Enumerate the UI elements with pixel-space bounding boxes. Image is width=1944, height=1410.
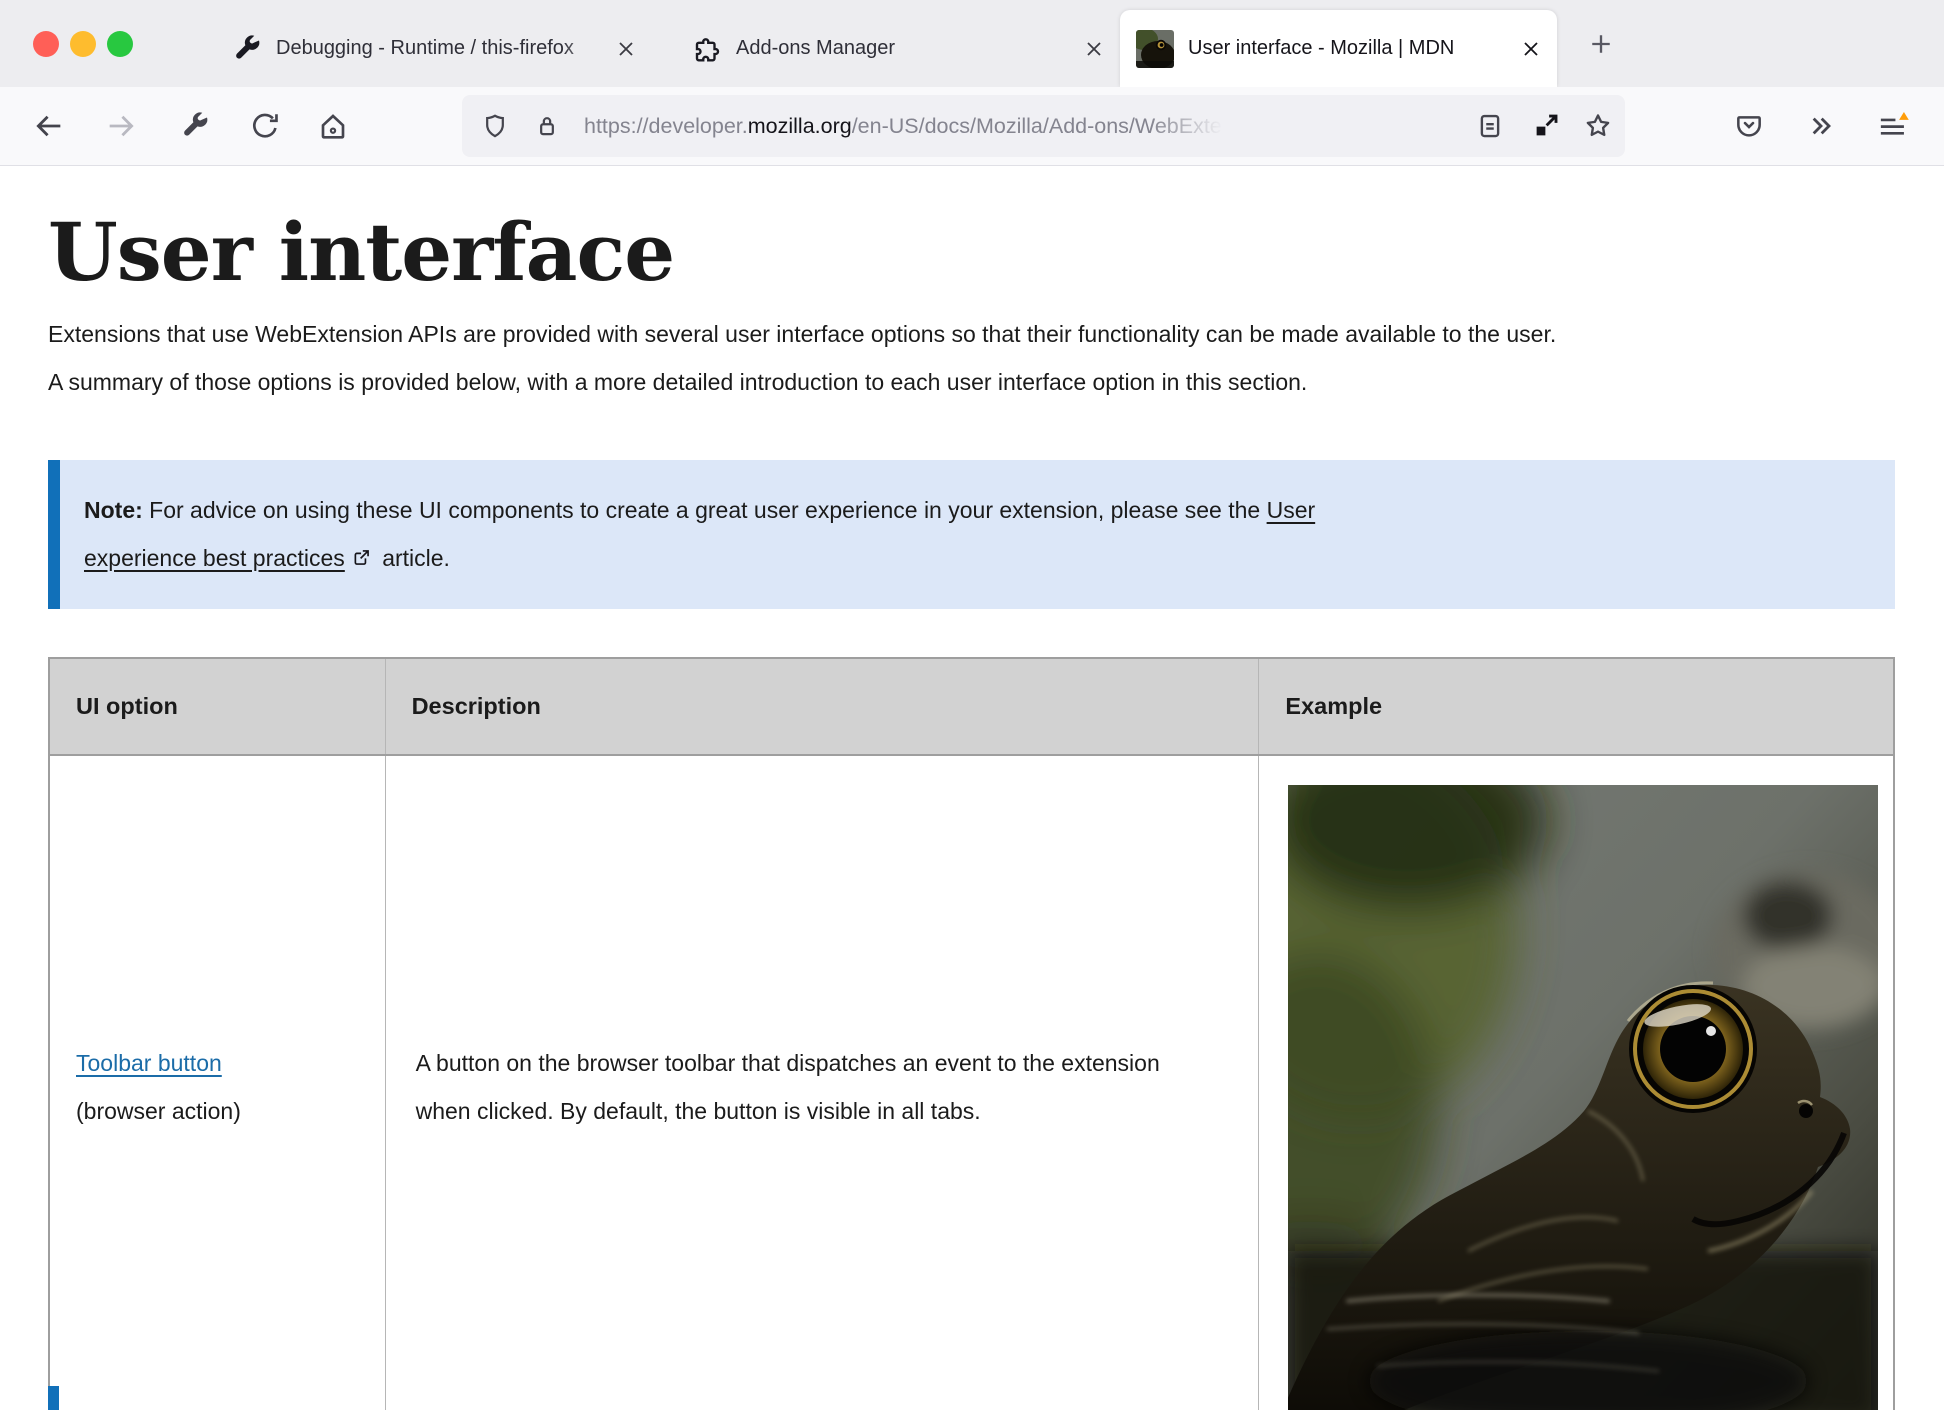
url-path: /en-US/docs/Mozilla/Add-ons/WebExten [852, 114, 1234, 139]
url-text[interactable]: https://developer. mozilla.org /en-US/do… [584, 114, 1473, 139]
intro-paragraph: Extensions that use WebExtension APIs ar… [48, 310, 1568, 406]
wrench-icon[interactable] [178, 109, 212, 143]
description-cell: A button on the browser toolbar that dis… [385, 755, 1259, 1410]
note-box: Note: For advice on using these UI compo… [48, 460, 1895, 609]
home-icon[interactable] [316, 109, 350, 143]
navigation-toolbar: https://developer. mozilla.org /en-US/do… [0, 87, 1944, 166]
window-close-button[interactable] [33, 31, 59, 57]
shield-icon[interactable] [478, 109, 512, 143]
table-row: Toolbar button (browser action) A button… [49, 755, 1894, 1410]
ui-option-cell: Toolbar button (browser action) [49, 755, 385, 1410]
close-icon[interactable] [1082, 37, 1106, 61]
url-prefix: https://developer. [584, 114, 748, 139]
clipped-blue-bar [48, 1386, 59, 1410]
column-header-ui-option: UI option [49, 658, 385, 755]
example-cell [1259, 755, 1894, 1410]
tab-bar: Debugging - Runtime / this-firefox Add-o… [0, 0, 1944, 87]
tab-title: Add-ons Manager [736, 37, 1036, 60]
forward-icon[interactable] [104, 109, 138, 143]
page-title: User interface [48, 206, 1895, 298]
tab-addons-manager[interactable]: Add-ons Manager [652, 10, 1120, 87]
puzzle-icon [692, 34, 722, 64]
tab-title: Debugging - Runtime / this-firefox [276, 37, 612, 60]
menu-icon[interactable] [1876, 109, 1910, 143]
close-icon[interactable] [1519, 37, 1543, 61]
toolbar-button-link[interactable]: Toolbar button [76, 1050, 222, 1076]
table-header-row: UI option Description Example [49, 658, 1894, 755]
page-content: User interface Extensions that use WebEx… [0, 166, 1944, 1410]
window-minimize-button[interactable] [70, 31, 96, 57]
note-label: Note: [84, 497, 143, 523]
note-text: Note: For advice on using these UI compo… [84, 486, 1384, 582]
url-domain: mozilla.org [748, 114, 852, 139]
window-zoom-button[interactable] [107, 31, 133, 57]
new-tab-button[interactable] [1586, 29, 1616, 59]
ui-options-table: UI option Description Example Toolbar bu… [48, 657, 1895, 1410]
frog-eye [1629, 985, 1757, 1113]
tab-title: User interface - Mozilla | MDN [1188, 37, 1488, 60]
wrench-icon [232, 34, 262, 64]
frog-favicon [1136, 30, 1174, 68]
close-icon[interactable] [614, 37, 638, 61]
update-badge [1899, 112, 1909, 120]
screenshots-icon[interactable] [1529, 109, 1563, 143]
reader-view-icon[interactable] [1473, 109, 1507, 143]
note-after-link: article. [376, 545, 450, 571]
note-before-link: For advice on using these UI components … [143, 497, 1267, 523]
pocket-icon[interactable] [1732, 109, 1766, 143]
column-header-description: Description [385, 658, 1259, 755]
lock-icon[interactable] [530, 109, 564, 143]
reload-icon[interactable] [248, 109, 282, 143]
overflow-chevron-icon[interactable] [1804, 109, 1838, 143]
column-header-example: Example [1259, 658, 1894, 755]
frog-example-image [1288, 785, 1878, 1410]
url-bar[interactable]: https://developer. mozilla.org /en-US/do… [462, 95, 1625, 157]
description-text: A button on the browser toolbar that dis… [416, 1039, 1216, 1135]
tab-user-interface[interactable]: User interface - Mozilla | MDN [1120, 10, 1557, 87]
external-link-icon [351, 547, 372, 568]
back-icon[interactable] [32, 109, 66, 143]
star-icon[interactable] [1581, 109, 1615, 143]
tab-debugging[interactable]: Debugging - Runtime / this-firefox [180, 10, 652, 87]
ui-option-suffix: (browser action) [76, 1098, 241, 1124]
